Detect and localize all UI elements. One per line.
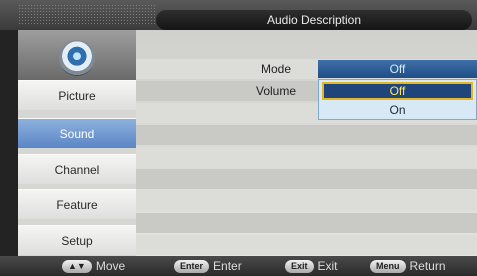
mode-dropdown[interactable]: Off On [318,79,477,120]
menu-key-icon: Menu [370,259,406,273]
empty-row [136,169,477,189]
sidebar-item-setup[interactable]: Setup [18,225,136,255]
mode-value[interactable]: Off [318,60,477,78]
sidebar-item-picture[interactable]: Picture [18,80,136,110]
empty-row [136,191,477,211]
empty-row [136,125,477,145]
empty-row [136,147,477,167]
hint-return-label: Return [409,259,446,273]
sidebar-logo-panel [18,30,136,80]
empty-row [136,213,477,233]
sidebar-item-channel[interactable]: Channel [18,154,136,184]
sidebar-item-feature[interactable]: Feature [18,189,136,219]
hint-return: Menu Return [370,259,446,273]
sidebar: Picture Sound Channel Feature Setup [18,30,136,256]
settings-panel: Mode Off Volume [136,30,477,256]
tv-menu-frame: Audio Description Picture Sound Channel … [0,0,477,276]
menu-title: Audio Description [156,10,472,30]
setting-row-mode[interactable]: Mode Off [136,59,477,79]
exit-key-icon: Exit [285,259,314,273]
hint-exit: Exit Exit [285,259,338,273]
empty-row [136,235,477,255]
sidebar-item-sound[interactable]: Sound [18,118,136,148]
tv-logo-icon [59,40,95,76]
hint-enter: Enter Enter [174,259,242,273]
decorative-dot-pattern [18,4,156,26]
arrow-keys-icon: ▲▼ [62,259,92,273]
hint-exit-label: Exit [317,259,338,273]
dropdown-option-off[interactable]: Off [322,82,473,100]
dropdown-option-on[interactable]: On [322,101,473,119]
bottom-hint-bar: ▲▼ Move Enter Enter Exit Exit Menu Retur… [0,256,477,276]
hint-move-label: Move [95,259,126,273]
hint-enter-label: Enter [213,259,242,273]
hint-move: ▲▼ Move [62,259,125,273]
enter-key-icon: Enter [174,259,210,273]
top-bar: Audio Description [0,0,477,30]
